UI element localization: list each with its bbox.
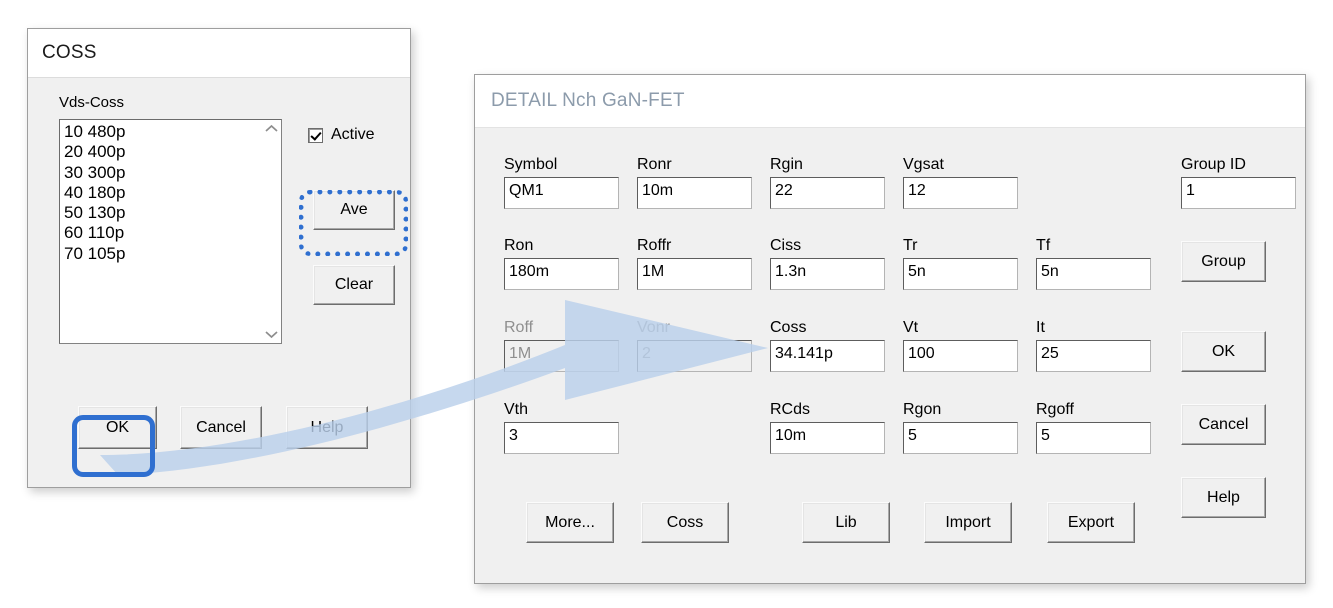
detail-cancel-button[interactable]: Cancel xyxy=(1181,404,1266,445)
detail-help-button[interactable]: Help xyxy=(1181,477,1266,518)
field-ron: Ron 180m xyxy=(504,236,619,290)
field-coss: Coss 34.141p xyxy=(770,318,885,372)
list-item[interactable]: 30 300p xyxy=(64,163,259,183)
field-it-label: It xyxy=(1036,319,1045,336)
list-item[interactable]: 10 480p xyxy=(64,122,259,142)
field-vth: Vth 3 xyxy=(504,400,619,454)
field-tr-label: Tr xyxy=(903,237,918,254)
field-ciss: Ciss 1.3n xyxy=(770,236,885,290)
coss-cancel-button[interactable]: Cancel xyxy=(180,406,262,449)
field-symbol-input[interactable]: QM1 xyxy=(504,177,619,209)
field-roff-input[interactable]: 1M xyxy=(504,340,619,372)
field-tf-label: Tf xyxy=(1036,237,1051,254)
field-vgsat-input[interactable]: 12 xyxy=(903,177,1018,209)
field-symbol-label: Symbol xyxy=(504,156,558,173)
detail-ok-button[interactable]: OK xyxy=(1181,331,1266,372)
ave-button[interactable]: Ave xyxy=(313,190,395,230)
field-vth-input[interactable]: 3 xyxy=(504,422,619,454)
field-ciss-input[interactable]: 1.3n xyxy=(770,258,885,290)
field-rgoff-input[interactable]: 5 xyxy=(1036,422,1151,454)
field-ronr: Ronr 10m xyxy=(637,155,752,209)
field-rgin: Rgin 22 xyxy=(770,155,885,209)
detail-dialog: DETAIL Nch GaN-FET Symbol QM1 Ronr 10m R… xyxy=(474,74,1306,584)
field-vt: Vt 100 xyxy=(903,318,1018,372)
field-roff: Roff 1M xyxy=(504,318,619,372)
field-roffr: Roffr 1M xyxy=(637,236,752,290)
coss-dialog: COSS Vds-Coss 10 480p 20 400p 30 300p 40… xyxy=(27,28,411,488)
field-vgsat: Vgsat 12 xyxy=(903,155,1018,209)
field-rgin-input[interactable]: 22 xyxy=(770,177,885,209)
list-item[interactable]: 20 400p xyxy=(64,142,259,162)
coss-dialog-titlebar: COSS xyxy=(28,29,410,78)
vds-coss-scrollbar[interactable] xyxy=(262,120,281,343)
lib-button[interactable]: Lib xyxy=(802,502,890,543)
field-vonr-input[interactable]: 2 xyxy=(637,340,752,372)
vds-coss-list-items: 10 480p 20 400p 30 300p 40 180p 50 130p … xyxy=(64,122,259,264)
detail-dialog-title: DETAIL Nch GaN-FET xyxy=(491,90,685,111)
field-rgon-label: Rgon xyxy=(903,401,942,418)
field-roff-label: Roff xyxy=(504,319,534,336)
field-vonr-label: Vonr xyxy=(637,319,670,336)
chevron-up-icon[interactable] xyxy=(262,120,281,137)
field-group-id-input[interactable]: 1 xyxy=(1181,177,1296,209)
field-rcds-label: RCds xyxy=(770,401,811,418)
field-rgoff: Rgoff 5 xyxy=(1036,400,1151,454)
field-vgsat-label: Vgsat xyxy=(903,156,944,173)
field-rgon-input[interactable]: 5 xyxy=(903,422,1018,454)
list-item[interactable]: 70 105p xyxy=(64,244,259,264)
list-item[interactable]: 50 130p xyxy=(64,203,259,223)
field-ronr-input[interactable]: 10m xyxy=(637,177,752,209)
active-checkbox[interactable]: Active xyxy=(308,126,375,144)
field-rcds: RCds 10m xyxy=(770,400,885,454)
chevron-down-icon[interactable] xyxy=(262,326,281,343)
field-tf: Tf 5n xyxy=(1036,236,1151,290)
field-tr: Tr 5n xyxy=(903,236,1018,290)
field-rgon: Rgon 5 xyxy=(903,400,1018,454)
field-symbol: Symbol QM1 xyxy=(504,155,619,209)
coss-ok-button[interactable]: OK xyxy=(78,406,157,449)
field-group-id: Group ID 1 xyxy=(1181,155,1296,209)
field-ron-label: Ron xyxy=(504,237,534,254)
coss-dialog-body: Vds-Coss 10 480p 20 400p 30 300p 40 180p… xyxy=(28,78,410,486)
field-coss-label: Coss xyxy=(770,319,807,336)
field-it-input[interactable]: 25 xyxy=(1036,340,1151,372)
field-it: It 25 xyxy=(1036,318,1151,372)
field-ciss-label: Ciss xyxy=(770,237,802,254)
field-vth-label: Vth xyxy=(504,401,529,418)
field-coss-input[interactable]: 34.141p xyxy=(770,340,885,372)
field-rgin-label: Rgin xyxy=(770,156,803,173)
field-tf-input[interactable]: 5n xyxy=(1036,258,1151,290)
vds-coss-group-label: Vds-Coss xyxy=(59,94,125,111)
group-button[interactable]: Group xyxy=(1181,241,1266,282)
field-vt-label: Vt xyxy=(903,319,919,336)
list-item[interactable]: 60 110p xyxy=(64,223,259,243)
field-vonr: Vonr 2 xyxy=(637,318,752,372)
coss-button[interactable]: Coss xyxy=(641,502,729,543)
vds-coss-listbox[interactable]: 10 480p 20 400p 30 300p 40 180p 50 130p … xyxy=(59,119,282,344)
coss-help-button[interactable]: Help xyxy=(286,406,368,449)
detail-dialog-body: Symbol QM1 Ronr 10m Rgin 22 Vgsat 12 Gro… xyxy=(475,128,1305,582)
checkmark-icon[interactable] xyxy=(308,127,323,143)
export-button[interactable]: Export xyxy=(1047,502,1135,543)
field-rgoff-label: Rgoff xyxy=(1036,401,1074,418)
field-group-id-label: Group ID xyxy=(1181,156,1246,173)
field-ron-input[interactable]: 180m xyxy=(504,258,619,290)
more-button[interactable]: More... xyxy=(526,502,614,543)
field-roffr-label: Roffr xyxy=(637,237,672,254)
clear-button[interactable]: Clear xyxy=(313,265,395,305)
active-checkbox-label: Active xyxy=(331,126,375,143)
detail-dialog-titlebar: DETAIL Nch GaN-FET xyxy=(475,75,1305,128)
field-vt-input[interactable]: 100 xyxy=(903,340,1018,372)
field-tr-input[interactable]: 5n xyxy=(903,258,1018,290)
field-rcds-input[interactable]: 10m xyxy=(770,422,885,454)
field-roffr-input[interactable]: 1M xyxy=(637,258,752,290)
import-button[interactable]: Import xyxy=(924,502,1012,543)
field-ronr-label: Ronr xyxy=(637,156,672,173)
coss-dialog-title: COSS xyxy=(42,42,97,63)
list-item[interactable]: 40 180p xyxy=(64,183,259,203)
